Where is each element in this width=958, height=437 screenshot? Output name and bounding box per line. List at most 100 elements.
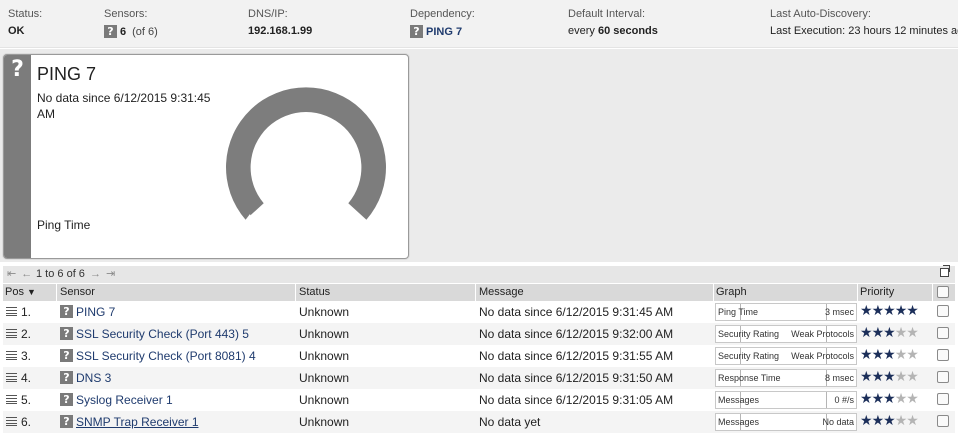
select-all-checkbox[interactable] — [937, 286, 949, 298]
question-icon: ? — [11, 57, 24, 82]
star-empty-icon[interactable]: ★ — [906, 369, 919, 385]
sensor-link[interactable]: Syslog Receiver 1 — [76, 393, 173, 407]
row-checkbox[interactable] — [937, 371, 949, 383]
priority-stars[interactable]: ★★★★★ — [860, 347, 919, 363]
sensor-link[interactable]: SSL Security Check (Port 443) 5 — [76, 327, 249, 341]
star-empty-icon[interactable]: ★ — [906, 413, 919, 429]
table-row[interactable]: 1.? PING 7 Unknown No data since 6/12/2015 … — [3, 301, 955, 323]
star-filled-icon[interactable]: ★ — [872, 347, 885, 363]
star-filled-icon[interactable]: ★ — [872, 303, 885, 319]
star-filled-icon[interactable]: ★ — [906, 303, 919, 319]
autodiscovery-value: Last Execution: 23 hours 12 minutes ag — [770, 25, 958, 37]
graph-value: Weak Protocols — [791, 351, 854, 361]
dns-label: DNS/IP: — [248, 8, 288, 20]
drag-handle-icon[interactable] — [6, 329, 17, 338]
sensor-link[interactable]: SNMP Trap Receiver 1 — [76, 415, 199, 429]
star-filled-icon[interactable]: ★ — [883, 325, 896, 341]
dns-info: DNS/IP: 192.168.1.99 — [248, 8, 312, 37]
row-checkbox[interactable] — [937, 415, 949, 427]
drag-handle-icon[interactable] — [6, 417, 17, 426]
row-status: Unknown — [299, 415, 350, 429]
row-message: No data yet — [479, 415, 541, 429]
star-filled-icon[interactable]: ★ — [872, 325, 885, 341]
dependency-link[interactable]: PING 7 — [426, 26, 462, 38]
table-row[interactable]: 4.? DNS 3 Unknown No data since 6/12/2015 9… — [3, 367, 955, 389]
sensor-gauge-card[interactable]: ? PING 7 No data since 6/12/2015 9:31:45… — [3, 54, 409, 259]
mini-graph[interactable]: Security Rating Weak Protocols — [715, 347, 857, 365]
priority-stars[interactable]: ★★★★★ — [860, 303, 919, 319]
table-row[interactable]: 6.? SNMP Trap Receiver 1 Unknown No data ye… — [3, 411, 955, 433]
star-empty-icon[interactable]: ★ — [895, 391, 908, 407]
row-checkbox[interactable] — [937, 327, 949, 339]
star-filled-icon[interactable]: ★ — [895, 303, 908, 319]
question-icon: ? — [60, 393, 73, 406]
dependency-label: Dependency: — [410, 8, 475, 20]
col-pos[interactable]: Pos ▼ — [5, 286, 36, 298]
dns-value: 192.168.1.99 — [248, 25, 313, 37]
priority-stars[interactable]: ★★★★★ — [860, 325, 919, 341]
star-filled-icon[interactable]: ★ — [883, 413, 896, 429]
star-filled-icon[interactable]: ★ — [860, 303, 873, 319]
star-filled-icon[interactable]: ★ — [872, 369, 885, 385]
graph-channel-label: Security Rating — [718, 351, 780, 361]
priority-stars[interactable]: ★★★★★ — [860, 413, 919, 429]
drag-handle-icon[interactable] — [6, 351, 17, 360]
gauge-status-strip: ? — [4, 55, 31, 258]
star-empty-icon[interactable]: ★ — [895, 347, 908, 363]
priority-stars[interactable]: ★★★★★ — [860, 369, 919, 385]
star-filled-icon[interactable]: ★ — [872, 391, 885, 407]
sensor-link[interactable]: DNS 3 — [76, 371, 111, 385]
star-empty-icon[interactable]: ★ — [895, 369, 908, 385]
table-row[interactable]: 2.? SSL Security Check (Port 443) 5 Unknow… — [3, 323, 955, 345]
table-row[interactable]: 5.? Syslog Receiver 1 Unknown No data since… — [3, 389, 955, 411]
row-checkbox[interactable] — [937, 305, 949, 317]
star-filled-icon[interactable]: ★ — [883, 369, 896, 385]
star-filled-icon[interactable]: ★ — [883, 391, 896, 407]
star-filled-icon[interactable]: ★ — [860, 369, 873, 385]
mini-graph[interactable]: Security Rating Weak Protocols — [715, 325, 857, 343]
row-message: No data since 6/12/2015 9:31:50 AM — [479, 371, 674, 385]
pager-next-last-icons[interactable]: → ⇥ — [90, 267, 116, 280]
priority-stars[interactable]: ★★★★★ — [860, 391, 919, 407]
drag-handle-icon[interactable] — [6, 373, 17, 382]
mini-graph[interactable]: Response Time 8 msec — [715, 369, 857, 387]
mini-graph[interactable]: Messages 0 #/s — [715, 391, 857, 409]
row-checkbox[interactable] — [937, 349, 949, 361]
sensors-count[interactable]: 6 — [120, 26, 126, 38]
sensor-link[interactable]: SSL Security Check (Port 8081) 4 — [76, 349, 256, 363]
star-empty-icon[interactable]: ★ — [906, 325, 919, 341]
star-filled-icon[interactable]: ★ — [860, 347, 873, 363]
star-filled-icon[interactable]: ★ — [872, 413, 885, 429]
pager-first-prev-icons[interactable]: ⇤ ← — [7, 267, 33, 280]
row-position: 5. — [21, 393, 32, 407]
col-priority[interactable]: Priority — [860, 286, 894, 298]
row-position: 6. — [21, 415, 32, 429]
col-status[interactable]: Status — [299, 286, 330, 298]
mini-graph[interactable]: Messages No data — [715, 413, 857, 431]
star-empty-icon[interactable]: ★ — [895, 413, 908, 429]
star-empty-icon[interactable]: ★ — [906, 391, 919, 407]
drag-handle-icon[interactable] — [6, 307, 17, 316]
star-filled-icon[interactable]: ★ — [860, 391, 873, 407]
row-position: 3. — [21, 349, 32, 363]
row-status: Unknown — [299, 327, 350, 341]
table-row[interactable]: 3.? SSL Security Check (Port 8081) 4 Unkno… — [3, 345, 955, 367]
drag-handle-icon[interactable] — [6, 395, 17, 404]
star-empty-icon[interactable]: ★ — [906, 347, 919, 363]
col-pos-label: Pos — [5, 286, 24, 298]
col-sensor[interactable]: Sensor — [60, 286, 95, 298]
question-icon: ? — [60, 327, 73, 340]
star-filled-icon[interactable]: ★ — [860, 325, 873, 341]
star-filled-icon[interactable]: ★ — [860, 413, 873, 429]
sensor-link[interactable]: PING 7 — [76, 305, 115, 319]
star-filled-icon[interactable]: ★ — [883, 347, 896, 363]
device-info-bar: Status: OK Sensors: ? 6 (of 6) DNS/IP: 1… — [0, 0, 958, 48]
row-message: No data since 6/12/2015 9:31:05 AM — [479, 393, 674, 407]
popout-icon[interactable] — [940, 265, 950, 277]
row-checkbox[interactable] — [937, 393, 949, 405]
col-message[interactable]: Message — [479, 286, 524, 298]
star-empty-icon[interactable]: ★ — [895, 325, 908, 341]
star-filled-icon[interactable]: ★ — [883, 303, 896, 319]
gauge-title[interactable]: PING 7 — [37, 64, 96, 85]
mini-graph[interactable]: Ping Time 3 msec — [715, 303, 857, 321]
